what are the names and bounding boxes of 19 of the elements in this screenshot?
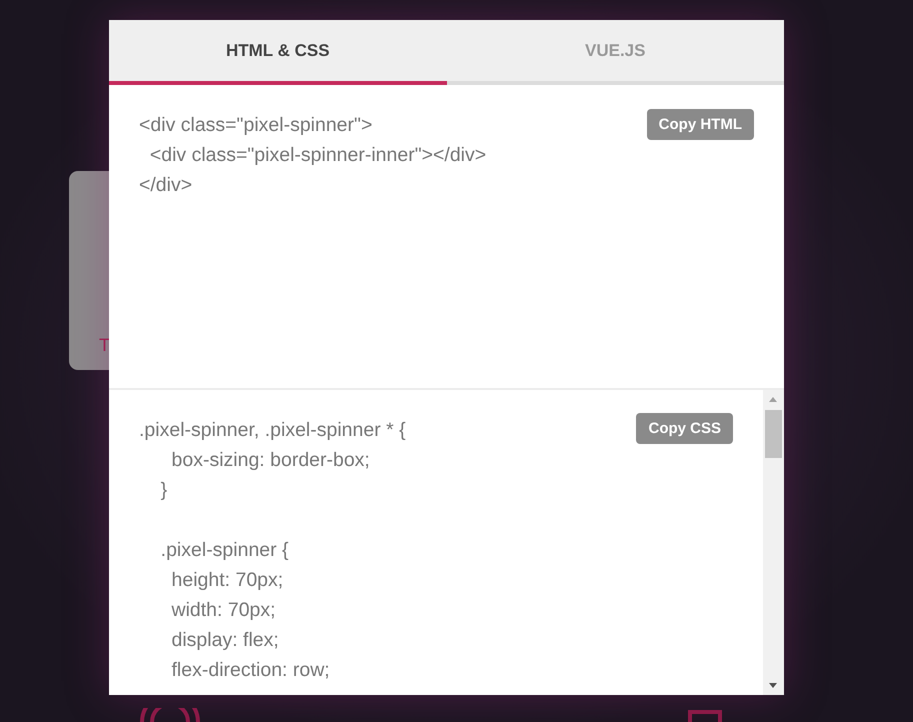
code-line: </div> xyxy=(139,173,192,198)
scrollbar[interactable] xyxy=(763,390,784,695)
copy-button[interactable]: Copy HTML xyxy=(646,109,754,140)
code-line: height: 70px; xyxy=(170,568,284,593)
copy-button[interactable]: Copy CSS xyxy=(636,413,733,444)
code-line: .pixel-spinner, .pixel-spinner * { xyxy=(139,418,406,443)
code-line: box-sizing: border-box; xyxy=(170,448,370,473)
spinner-ring-icon xyxy=(138,708,202,722)
code-line: <div class="pixel-spinner-inner"></div> xyxy=(148,143,486,168)
scrollbar-thumb[interactable] xyxy=(765,410,782,458)
code-line: display: flex; xyxy=(170,628,279,653)
code-line: <div class="pixel-spinner"> xyxy=(139,113,372,138)
card-text: T xyxy=(99,335,110,356)
scroll-down-icon[interactable] xyxy=(769,683,777,688)
scroll-up-icon[interactable] xyxy=(769,397,777,402)
code-line: width: 70px; xyxy=(170,598,276,623)
code-line: flex-direction: row; xyxy=(170,658,330,683)
code-line: } xyxy=(160,478,168,503)
code-line: .pixel-spinner { xyxy=(160,538,289,563)
